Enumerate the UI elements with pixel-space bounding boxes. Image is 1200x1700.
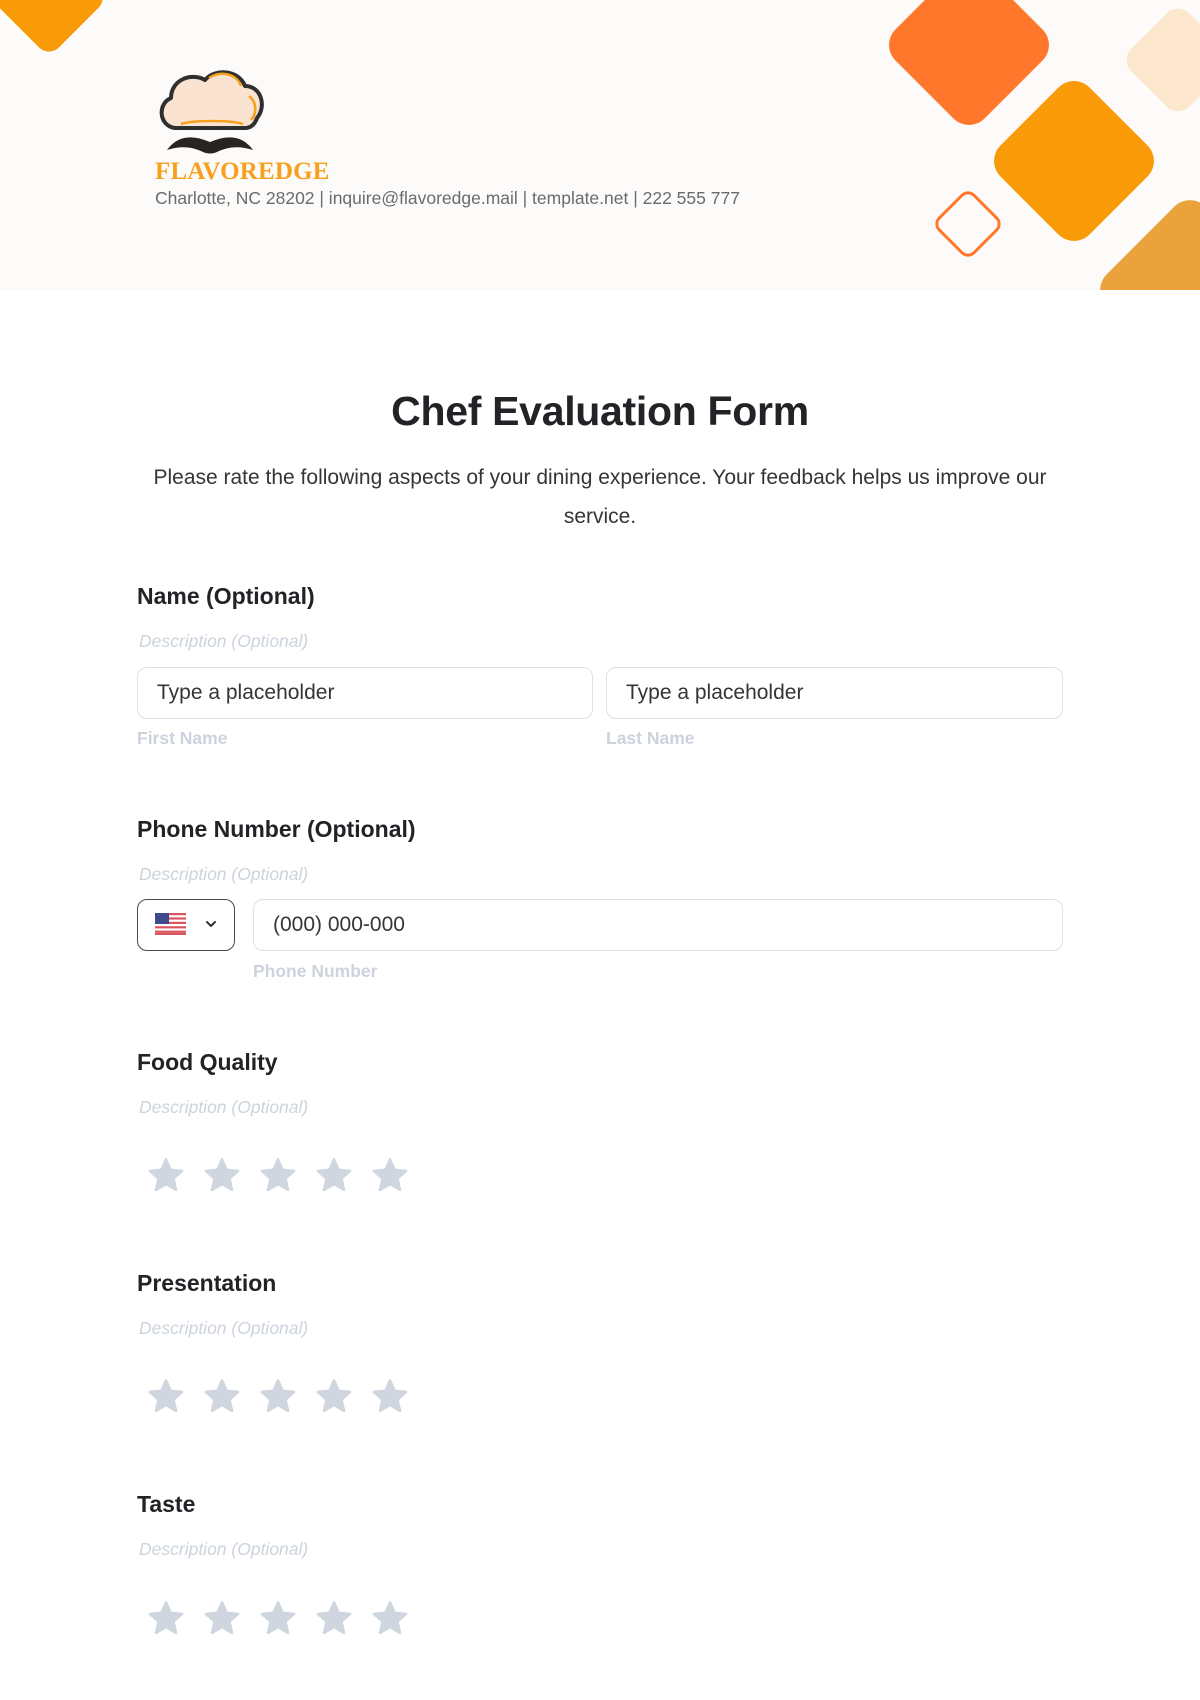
rating-label: Food Quality [137,1049,278,1075]
rating-description: Description (Optional) [139,1318,309,1338]
decor-diamond-peach [1120,2,1200,118]
header-banner: FLAVOREDGE Charlotte, NC 28202 | inquire… [0,0,1200,290]
brand-name: FLAVOREDGE [155,158,330,185]
star-icon[interactable] [315,1378,353,1414]
us-flag-icon [155,913,186,935]
decor-diamond-outline [931,187,1005,261]
phone-section-description: Description (Optional) [139,864,309,884]
chevron-down-icon [206,921,216,927]
decor-diamond-top-left [0,0,109,58]
page-title: Chef Evaluation Form [391,388,809,434]
star-icon[interactable] [147,1600,185,1636]
rating-label: Presentation [137,1270,277,1296]
star-icon[interactable] [203,1157,241,1193]
star-icon[interactable] [315,1600,353,1636]
decor-diamond-orange [984,71,1164,251]
star-icon[interactable] [203,1600,241,1636]
name-section-label: Name (Optional) [137,583,315,609]
rating-label: Taste [137,1491,196,1517]
star-icon[interactable] [315,1157,353,1193]
last-name-sublabel: Last Name [606,728,695,748]
star-icon[interactable] [371,1157,409,1193]
star-icon[interactable] [259,1157,297,1193]
page-description: Please rate the following aspects of you… [153,466,1047,528]
phone-number-sublabel: Phone Number [253,961,378,981]
last-name-input[interactable] [606,667,1063,719]
first-name-input[interactable] [137,667,593,719]
chef-hat-logo-icon [159,70,264,154]
name-section-description: Description (Optional) [139,631,309,651]
star-icon[interactable] [203,1378,241,1414]
star-rating [147,1157,409,1193]
star-rating [147,1378,409,1414]
contact-info: Charlotte, NC 28202 | inquire@flavoredge… [155,188,740,208]
star-icon[interactable] [371,1378,409,1414]
star-rating [147,1600,409,1636]
star-icon[interactable] [259,1600,297,1636]
phone-section-label: Phone Number (Optional) [137,816,416,842]
first-name-sublabel: First Name [137,728,228,748]
star-icon[interactable] [147,1157,185,1193]
rating-description: Description (Optional) [139,1097,309,1117]
rating-description: Description (Optional) [139,1539,309,1559]
star-icon[interactable] [147,1378,185,1414]
phone-number-input[interactable] [253,899,1063,951]
star-icon[interactable] [371,1600,409,1636]
star-icon[interactable] [259,1378,297,1414]
country-code-select[interactable] [137,899,235,951]
